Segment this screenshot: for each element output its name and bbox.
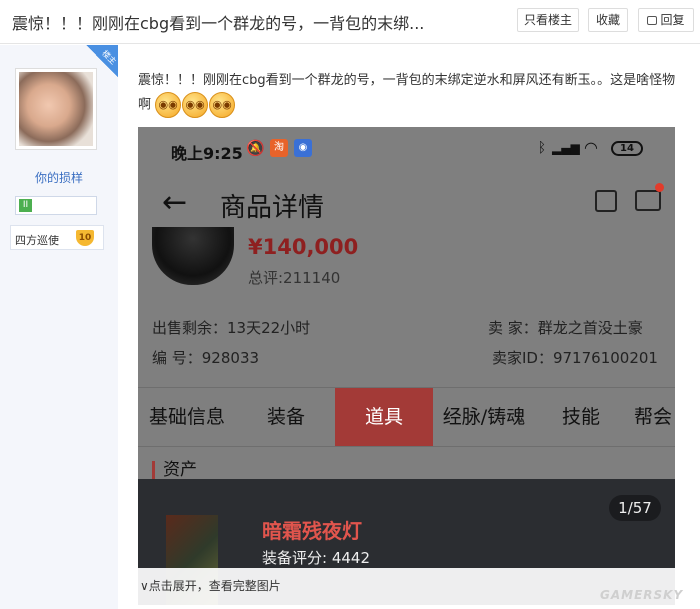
reply-button[interactable]: 回复 (638, 8, 694, 32)
post-image-screenshot[interactable]: 晚上9:25 🔕 淘 ◉ ᛒ ▂▄▆ ◠ 14 ← 商品详情 ¥140,000 … (138, 127, 675, 605)
avatar[interactable] (15, 68, 97, 150)
favorite-button[interactable]: 收藏 (588, 8, 628, 32)
phone-nav-bar: ← 商品详情 (138, 173, 675, 233)
section-title: 资产 (152, 461, 197, 479)
shocked-emoji-icon: ◉◉ (182, 92, 209, 118)
level-icon: II (19, 199, 32, 212)
rank-box: 四方巡使 10 (10, 225, 104, 250)
wifi-icon: ◠ (584, 138, 598, 157)
price: ¥140,000 (248, 235, 359, 259)
username-link[interactable]: 你的损样 (0, 169, 118, 186)
post-body: 震惊！！！刚刚在cbg看到一个群龙的号，一背包的末绑定逆水和屏风还有断玉。。这是… (138, 70, 678, 118)
shocked-emoji-icon: ◉◉ (209, 92, 236, 118)
status-time: 晚上9:25 (171, 144, 243, 163)
tab-skills[interactable]: 技能 (541, 388, 621, 446)
sale-remaining: 出售剩余：13天22小时 (152, 319, 311, 337)
message-icon[interactable] (635, 190, 661, 211)
shocked-emoji-icon: ◉◉ (155, 92, 182, 118)
battery-icon: 14 (611, 141, 643, 156)
rating: 总评:211140 (248, 269, 341, 287)
signal-icon: ▂▄▆ (552, 141, 580, 155)
seller-name: 卖 家：群龙之首没土豪 (488, 319, 643, 337)
author-sidebar: 楼主 你的损样 II 四方巡使 10 (0, 45, 118, 609)
thread-header: 震惊！！！刚刚在cbg看到一个群龙的号，一背包的末绑... 只看楼主 收藏 回复 (0, 0, 700, 44)
rank-level-icon: 10 (76, 230, 94, 246)
character-thumbnail (152, 227, 234, 285)
gallery-counter: 1/57 (609, 495, 661, 521)
detail-tabs: 基础信息 装备 道具 经脉/铸魂 技能 帮会 (138, 387, 675, 447)
thread-title: 震惊！！！刚刚在cbg看到一个群龙的号，一背包的末绑... (12, 14, 425, 33)
taobao-icon: 淘 (270, 139, 288, 157)
phone-status-bar: 晚上9:25 🔕 淘 ◉ ᛒ ▂▄▆ ◠ 14 (138, 127, 675, 172)
level-box: II (15, 196, 97, 215)
app-notification-icon: ◉ (294, 139, 312, 157)
equipment-score: 装备评分: 4442 (262, 549, 370, 567)
only-op-button[interactable]: 只看楼主 (517, 8, 579, 32)
mute-bell-icon: 🔕 (246, 139, 265, 157)
seller-id: 卖家ID：97176100201 (492, 349, 658, 367)
equipment-name: 暗霜残夜灯 (262, 519, 362, 543)
tab-guild[interactable]: 帮会 (634, 388, 675, 446)
tab-items[interactable]: 道具 (335, 388, 433, 446)
share-icon[interactable] (595, 190, 617, 212)
reply-icon (647, 16, 658, 25)
page-title: 商品详情 (220, 193, 325, 223)
op-badge-label: 楼主 (100, 48, 118, 67)
notification-dot (655, 183, 664, 192)
rank-label: 四方巡使 (15, 234, 59, 247)
item-number: 编 号：928033 (152, 349, 260, 367)
tab-basic-info[interactable]: 基础信息 (138, 388, 236, 446)
expand-image-button[interactable]: ∨点击展开，查看完整图片 (138, 568, 675, 605)
avatar-image (19, 72, 93, 146)
bluetooth-icon: ᛒ (537, 140, 547, 156)
tab-equipment[interactable]: 装备 (246, 388, 326, 446)
tab-meridians[interactable]: 经脉/铸魂 (438, 388, 530, 446)
gamersky-watermark: GAMERSKY (600, 588, 684, 602)
back-arrow-icon[interactable]: ← (162, 185, 187, 220)
reply-label: 回复 (660, 13, 685, 27)
